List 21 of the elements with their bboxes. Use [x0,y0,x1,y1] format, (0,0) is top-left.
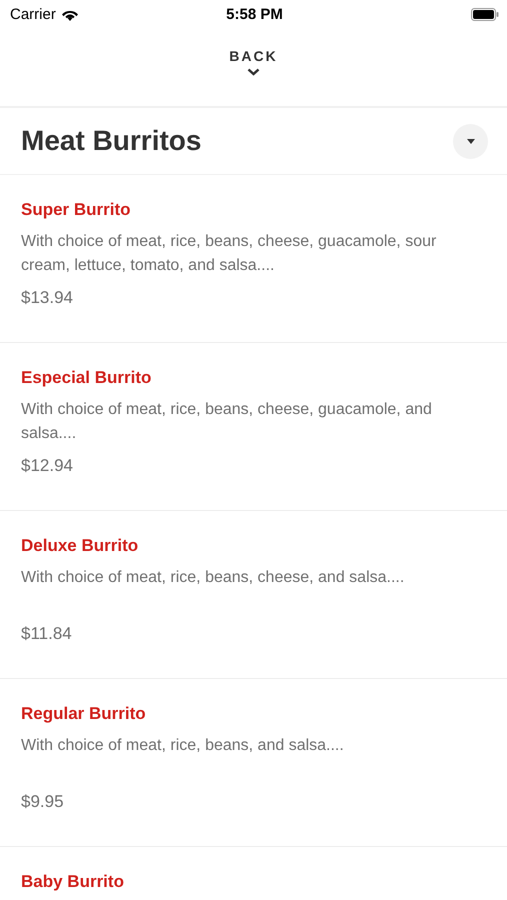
item-description: With choice of meat, rice, beans, cheese, and salsa.... [21,568,406,588]
item-description: With choice of meat, rice, beans, cheese, guacamole, sour cream, lettuce, tomato, and salsa.... [21,232,438,276]
item-description: With choice of meat, rice, beans, and salsa.... [21,736,345,756]
item-name[interactable]: Deluxe Burrito [21,535,138,557]
item-name[interactable]: Super Burrito [21,199,131,221]
item-price: $9.95 [21,791,64,813]
item-name[interactable]: Regular Burrito [21,703,146,725]
clock: 5:58 PM [225,6,284,22]
category-title: Meat Burritos [21,125,202,157]
item-price: $13.94 [21,287,73,309]
item-price: $11.84 [21,623,72,645]
carrier-label: Carrier [10,6,56,22]
item-price: $12.94 [21,455,73,477]
category-dropdown-button[interactable] [453,124,488,158]
item-name[interactable]: Especial Burrito [21,367,152,389]
caret-down-icon [466,138,474,144]
item-description: With choice of meat, rice, beans, cheese, guacamole, and salsa.... [21,400,433,444]
back-button[interactable]: BACK [221,28,286,76]
item-name[interactable]: Baby Burrito [21,871,124,893]
battery-icon [471,8,499,20]
chevron-down-icon [246,68,260,76]
